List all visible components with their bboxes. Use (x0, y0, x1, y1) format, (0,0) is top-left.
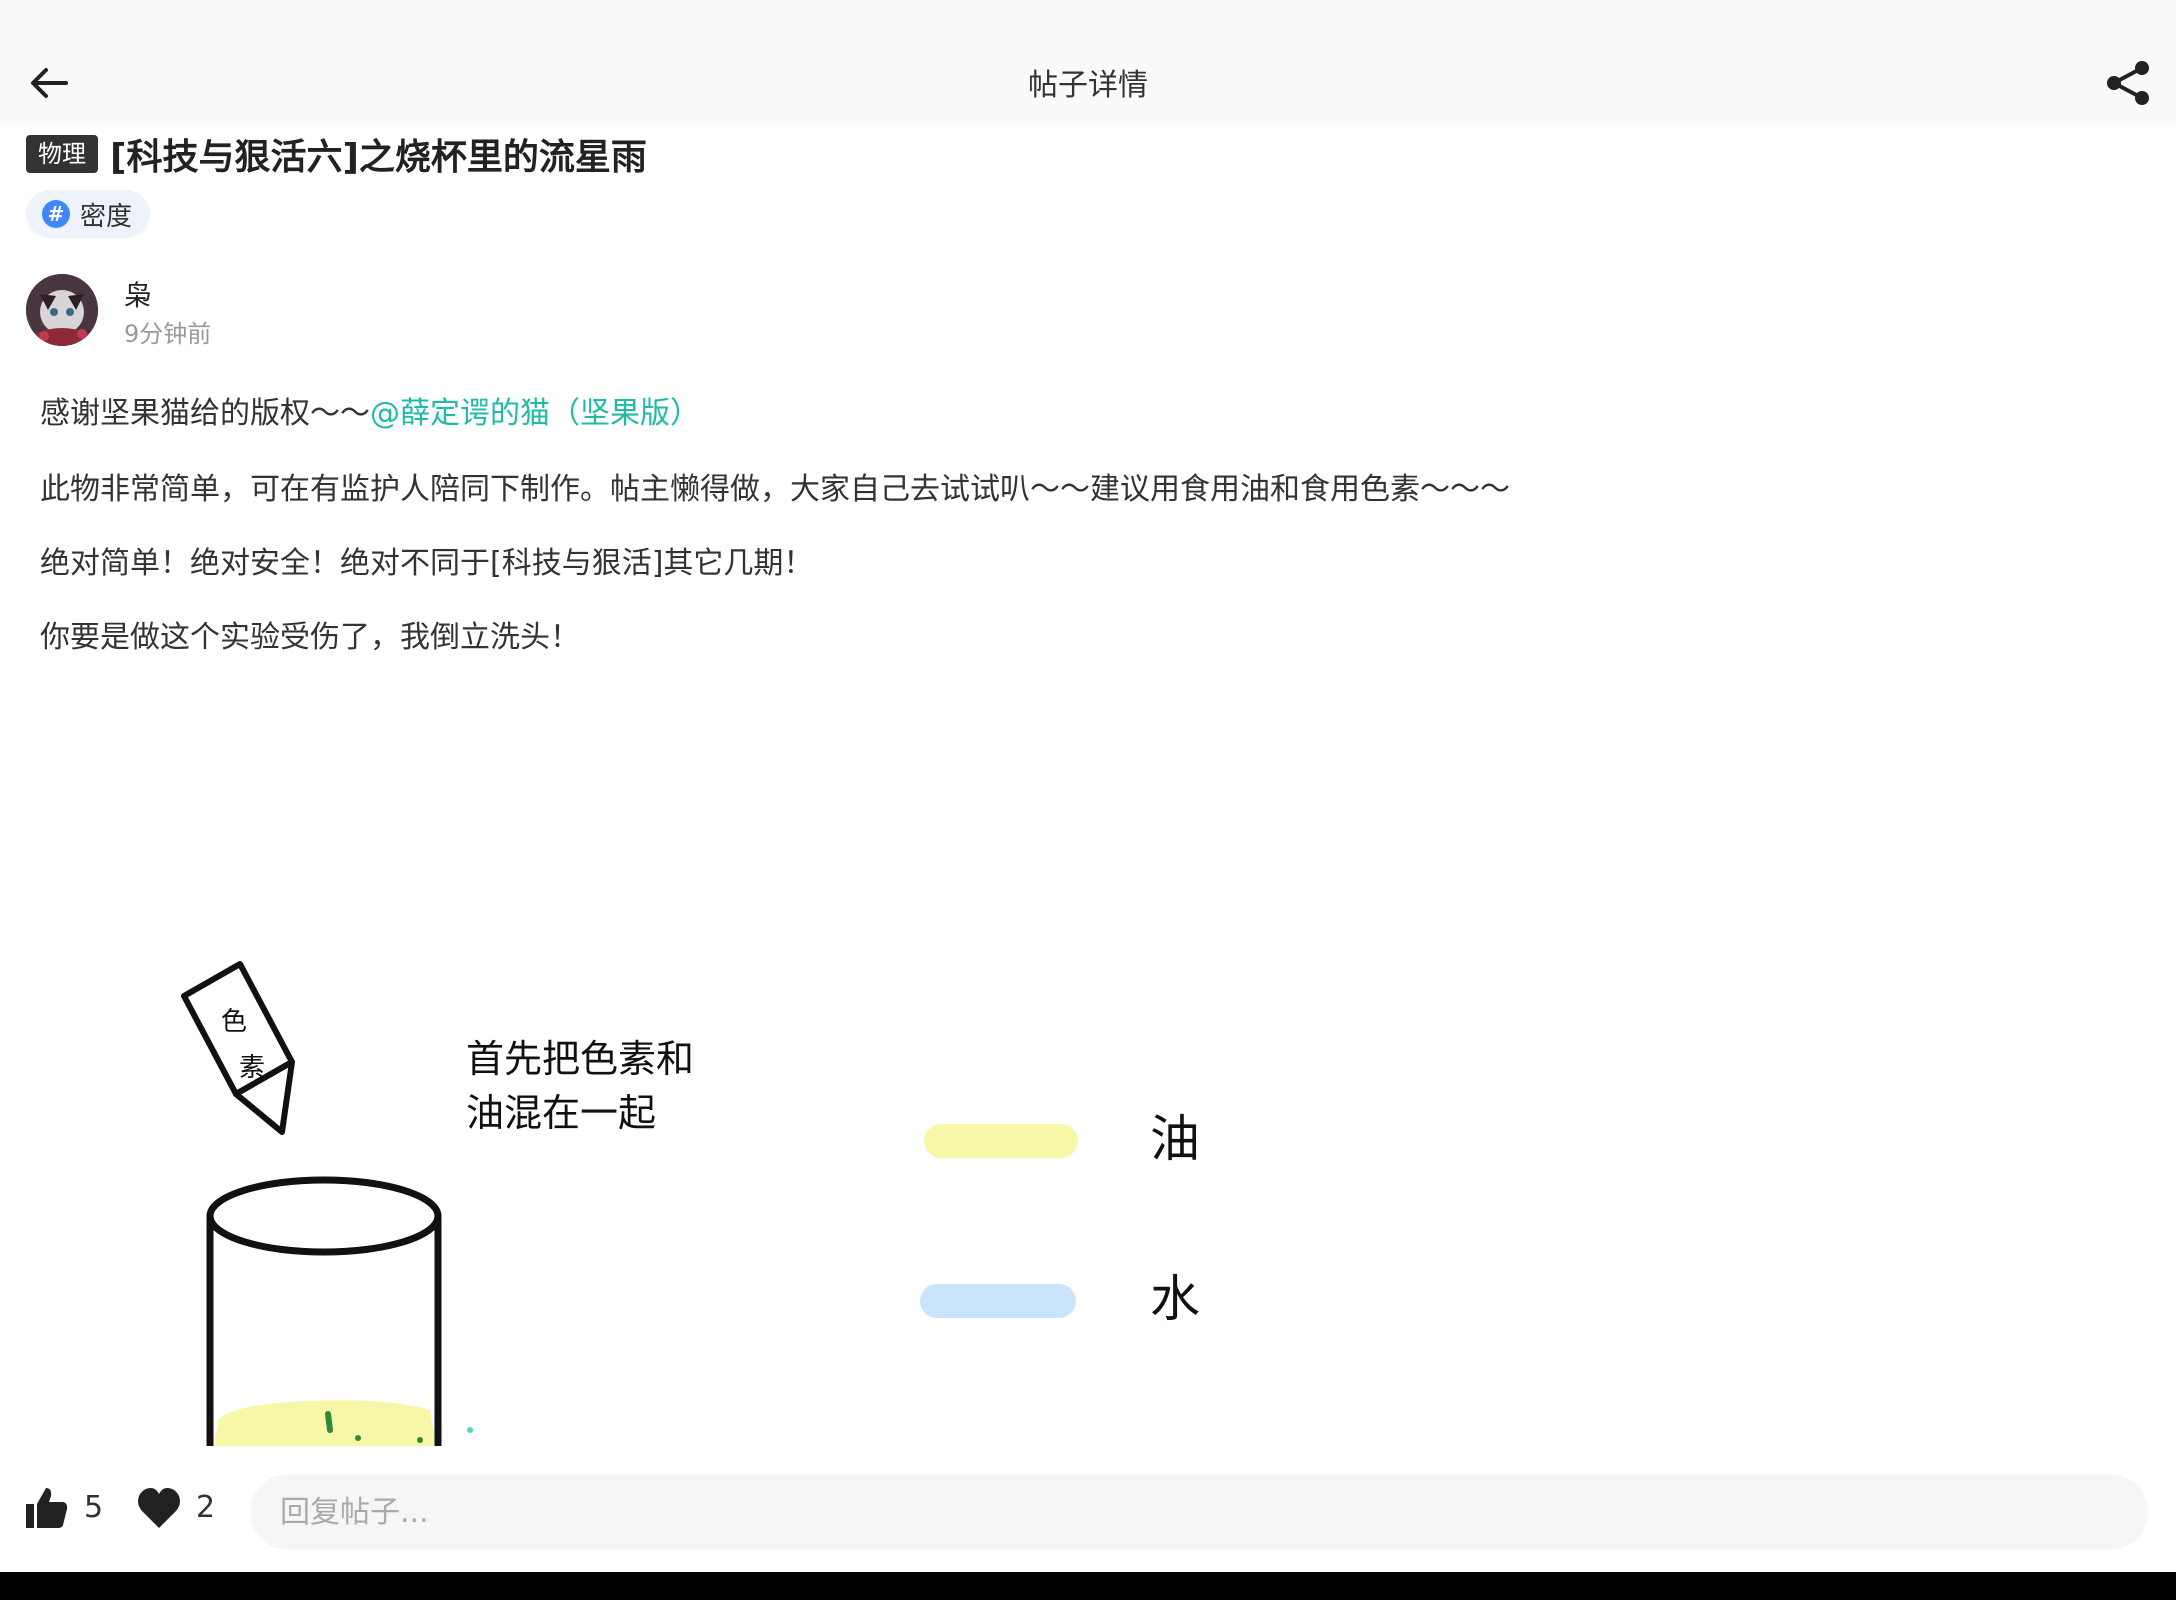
beaker-drawing (206, 1176, 473, 1446)
dye-packet-drawing: 色 素 (181, 961, 295, 1135)
packet-char-2: 素 (239, 1053, 265, 1083)
favorite-count: 2 (196, 1490, 216, 1525)
figure-caption-line-2: 油混在一起 (466, 1091, 656, 1135)
like-count: 5 (84, 1490, 104, 1525)
reply-input[interactable] (250, 1474, 2148, 1550)
heart-icon[interactable] (136, 1486, 182, 1530)
system-nav-bar (0, 1572, 2176, 1600)
author-name[interactable]: 枭 (124, 274, 152, 314)
post-title-row: 物理 [科技与狠活六]之烧杯里的流星雨 (26, 132, 647, 178)
packet-char-1: 色 (221, 1007, 247, 1037)
topic-tag[interactable]: # 密度 (26, 190, 151, 238)
legend-swatch-water (920, 1284, 1076, 1318)
share-icon[interactable] (2102, 58, 2154, 108)
post-illustration[interactable]: 色 素 首先把色素和 油混在一起 油 水 (0, 640, 2176, 1446)
user-mention-link[interactable]: @薛定谔的猫（坚果版） (370, 396, 700, 431)
legend-swatch-oil (924, 1124, 1078, 1158)
thumbs-up-icon[interactable] (22, 1484, 70, 1532)
post-title: [科技与狠活六]之烧杯里的流星雨 (110, 137, 647, 178)
paragraph-1-text: 感谢坚果猫给的版权～～ (40, 396, 370, 431)
figure-caption-line-1: 首先把色素和 (466, 1037, 694, 1081)
topic-tag-label: 密度 (80, 201, 133, 232)
legend-label-oil: 油 (1150, 1110, 1200, 1168)
top-bar: 帖子详情 (0, 0, 2176, 124)
category-badge: 物理 (26, 135, 98, 173)
legend-label-water: 水 (1150, 1270, 1200, 1328)
page-title: 帖子详情 (1028, 68, 1148, 103)
hash-icon: # (42, 200, 70, 228)
post-time: 9分钟前 (124, 320, 212, 348)
paragraph-2: 此物非常简单，可在有监护人陪同下制作。帖主懒得做，大家自己去试试叭～～建议用食用… (40, 472, 1510, 507)
paragraph-1: 感谢坚果猫给的版权～～@薛定谔的猫（坚果版） (40, 388, 700, 432)
avatar[interactable] (26, 274, 98, 346)
paragraph-3: 绝对简单！绝对安全！绝对不同于[科技与狠活]其它几期！ (40, 546, 814, 581)
